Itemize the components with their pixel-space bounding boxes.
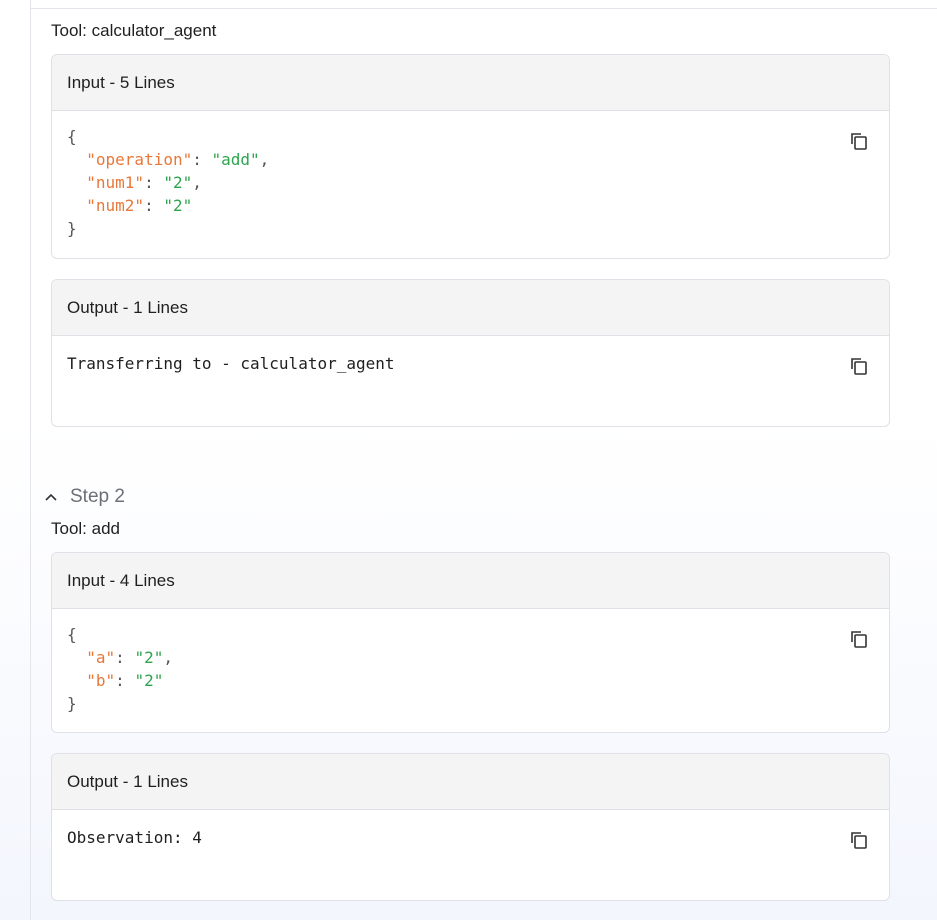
code-line: "a": "2", bbox=[67, 646, 874, 669]
step-2-input-card: Input - 4 Lines { "a": "2", "b": "2"} bbox=[51, 552, 890, 733]
output-text[interactable]: Observation: 4 bbox=[52, 810, 889, 849]
code-line: { bbox=[67, 623, 874, 646]
json-punctuation: : bbox=[115, 648, 135, 667]
json-punctuation bbox=[67, 173, 86, 192]
code-line: "operation": "add", bbox=[67, 148, 874, 171]
code-line: { bbox=[67, 125, 874, 148]
json-punctuation: } bbox=[67, 694, 77, 713]
json-string: "2" bbox=[134, 671, 164, 690]
step-1-tool-line: Tool: calculator_agent bbox=[51, 19, 216, 43]
code-line: } bbox=[67, 692, 874, 715]
top-divider bbox=[30, 8, 937, 9]
output-header: Output - 1 Lines bbox=[52, 280, 889, 336]
step-2-output-card: Output - 1 Lines Observation: 4 bbox=[51, 753, 890, 901]
copy-icon[interactable] bbox=[849, 356, 869, 376]
json-punctuation: : bbox=[144, 196, 164, 215]
json-key: "b" bbox=[86, 671, 116, 690]
json-punctuation bbox=[67, 150, 86, 169]
step-1-output-card: Output - 1 Lines Transferring to - calcu… bbox=[51, 279, 890, 427]
copy-icon[interactable] bbox=[849, 131, 869, 151]
copy-icon[interactable] bbox=[849, 830, 869, 850]
json-punctuation: : bbox=[115, 671, 135, 690]
json-punctuation: } bbox=[67, 219, 77, 238]
json-key: "operation" bbox=[86, 150, 193, 169]
input-code-block[interactable]: { "a": "2", "b": "2"} bbox=[52, 609, 889, 715]
json-punctuation: , bbox=[163, 648, 173, 667]
code-line: } bbox=[67, 217, 874, 240]
tool-prefix: Tool: bbox=[51, 519, 92, 538]
json-punctuation: { bbox=[67, 625, 77, 644]
json-key: "num2" bbox=[86, 196, 145, 215]
input-header: Input - 5 Lines bbox=[52, 55, 889, 111]
json-punctuation: { bbox=[67, 127, 77, 146]
tool-name: calculator_agent bbox=[91, 21, 217, 40]
code-line: "b": "2" bbox=[67, 669, 874, 692]
tool-name: add bbox=[91, 519, 121, 538]
step-2-toggle[interactable]: Step 2 bbox=[44, 484, 125, 510]
input-code-block[interactable]: { "operation": "add", "num1": "2", "num2… bbox=[52, 111, 889, 240]
json-string: "2" bbox=[163, 173, 193, 192]
json-punctuation: : bbox=[192, 150, 212, 169]
output-header: Output - 1 Lines bbox=[52, 754, 889, 810]
json-string: "2" bbox=[163, 196, 193, 215]
json-punctuation: , bbox=[192, 173, 202, 192]
json-string: "add" bbox=[211, 150, 260, 169]
copy-icon[interactable] bbox=[849, 629, 869, 649]
left-rail bbox=[30, 0, 31, 920]
step-2-tool-line: Tool: add bbox=[51, 517, 120, 541]
json-key: "a" bbox=[86, 648, 116, 667]
output-text[interactable]: Transferring to - calculator_agent bbox=[52, 336, 889, 375]
json-punctuation bbox=[67, 648, 86, 667]
tool-prefix: Tool: bbox=[51, 21, 92, 40]
json-string: "2" bbox=[134, 648, 164, 667]
json-punctuation bbox=[67, 671, 86, 690]
json-punctuation: : bbox=[144, 173, 164, 192]
chevron-up-icon bbox=[45, 493, 57, 501]
json-punctuation: , bbox=[259, 150, 270, 169]
code-line: "num2": "2" bbox=[67, 194, 874, 217]
input-header: Input - 4 Lines bbox=[52, 553, 889, 609]
code-line: "num1": "2", bbox=[67, 171, 874, 194]
step-1-input-card: Input - 5 Lines { "operation": "add", "n… bbox=[51, 54, 890, 259]
json-key: "num1" bbox=[86, 173, 145, 192]
json-punctuation bbox=[67, 196, 86, 215]
step-label: Step 2 bbox=[70, 486, 125, 507]
